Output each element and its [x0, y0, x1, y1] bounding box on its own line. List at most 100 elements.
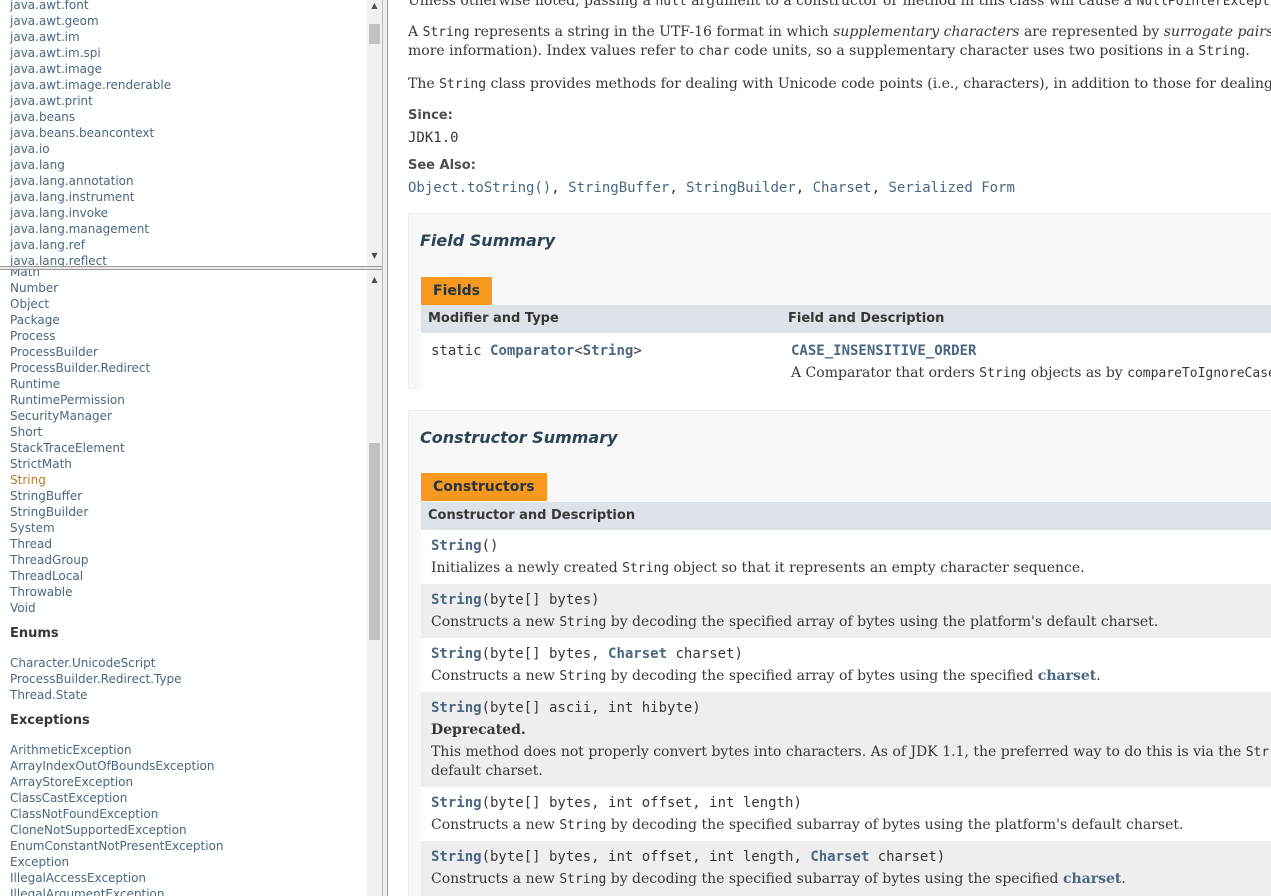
- enum-link[interactable]: ProcessBuilder.Redirect.Type: [10, 671, 224, 687]
- constructor-signature: String(byte[] bytes): [431, 592, 600, 608]
- type-link[interactable]: Comparator: [490, 343, 574, 359]
- class-link[interactable]: StringBuffer: [10, 488, 224, 504]
- class-link-selected[interactable]: String: [10, 472, 224, 488]
- package-link[interactable]: java.awt.image: [10, 61, 171, 77]
- column-header: Modifier and Type: [428, 311, 559, 326]
- package-link[interactable]: java.beans: [10, 109, 171, 125]
- see-also-link[interactable]: Serialized Form: [888, 180, 1014, 196]
- package-link[interactable]: java.io: [10, 141, 171, 157]
- constructor-signature: String(byte[] bytes, int offset, int len…: [431, 795, 802, 811]
- exception-link[interactable]: IllegalArgumentException: [10, 886, 224, 896]
- scroll-thumb[interactable]: [369, 443, 380, 640]
- enum-link[interactable]: Thread.State: [10, 687, 224, 703]
- constructor-link[interactable]: String: [431, 795, 482, 811]
- constructor-summary-title: Constructor Summary: [420, 428, 618, 447]
- class-link[interactable]: ThreadLocal: [10, 568, 224, 584]
- table-row: String(byte[] bytes, int offset, int len…: [421, 787, 1271, 841]
- class-link[interactable]: System: [10, 520, 224, 536]
- type-link[interactable]: String: [583, 343, 634, 359]
- exception-link[interactable]: ClassCastException: [10, 790, 224, 806]
- field-name: CASE_INSENSITIVE_ORDER: [791, 343, 976, 359]
- see-also-link[interactable]: StringBuffer: [568, 180, 669, 196]
- class-link[interactable]: Runtime: [10, 376, 224, 392]
- field-type: static Comparator<String>: [431, 343, 642, 359]
- class-link[interactable]: Void: [10, 600, 224, 616]
- constructor-link[interactable]: String: [431, 849, 482, 865]
- class-link[interactable]: ThreadGroup: [10, 552, 224, 568]
- package-link[interactable]: java.awt.font: [10, 0, 171, 13]
- exception-link[interactable]: ArrayStoreException: [10, 774, 224, 790]
- exception-link[interactable]: ArithmeticException: [10, 742, 224, 758]
- class-link[interactable]: Process: [10, 328, 224, 344]
- package-link[interactable]: java.awt.geom: [10, 13, 171, 29]
- class-link[interactable]: StrictMath: [10, 456, 224, 472]
- class-link[interactable]: Object: [10, 296, 224, 312]
- package-link[interactable]: java.lang: [10, 157, 171, 173]
- field-description: A Comparator that orders String objects …: [791, 365, 1271, 381]
- class-link[interactable]: Math: [10, 270, 224, 280]
- class-link[interactable]: SecurityManager: [10, 408, 224, 424]
- package-link[interactable]: java.awt.image.renderable: [10, 77, 171, 93]
- description-paragraph-1-cont: more information). Index values refer to…: [408, 43, 1250, 59]
- enum-link[interactable]: Character.UnicodeScript: [10, 655, 224, 671]
- type-link[interactable]: Charset: [810, 849, 869, 865]
- class-link[interactable]: StackTraceElement: [10, 440, 224, 456]
- see-also-link[interactable]: Charset: [813, 180, 872, 196]
- package-link[interactable]: java.lang.reflect: [10, 253, 171, 266]
- class-link[interactable]: ProcessBuilder: [10, 344, 224, 360]
- package-link[interactable]: java.lang.management: [10, 221, 171, 237]
- field-summary-title: Field Summary: [420, 231, 556, 250]
- exception-link[interactable]: EnumConstantNotPresentException: [10, 838, 224, 854]
- package-link[interactable]: java.awt.im: [10, 29, 171, 45]
- class-link[interactable]: Number: [10, 280, 224, 296]
- class-link[interactable]: Throwable: [10, 584, 224, 600]
- constructor-link[interactable]: String: [431, 538, 482, 554]
- package-list-scrollbar[interactable]: ▲ ▼: [367, 0, 382, 266]
- charset-link[interactable]: charset: [1063, 871, 1121, 887]
- field-table-header: Modifier and Type Field and Description: [421, 305, 1271, 333]
- class-link[interactable]: Thread: [10, 536, 224, 552]
- field-summary: Field Summary Fields Modifier and Type F…: [408, 213, 1271, 389]
- package-link[interactable]: java.awt.print: [10, 93, 171, 109]
- since-label: Since:: [408, 108, 453, 123]
- scroll-thumb[interactable]: [369, 24, 380, 44]
- class-link[interactable]: Short: [10, 424, 224, 440]
- class-link[interactable]: StringBuilder: [10, 504, 224, 520]
- exception-link[interactable]: IllegalAccessException: [10, 870, 224, 886]
- package-link[interactable]: java.beans.beancontext: [10, 125, 171, 141]
- constructor-link[interactable]: String: [431, 700, 482, 716]
- class-list: Math Number Object Package Process ProcessBui…: [10, 270, 224, 896]
- constructor-link[interactable]: String: [431, 646, 482, 662]
- scroll-up-icon[interactable]: ▲: [367, 0, 382, 12]
- exception-link[interactable]: ArrayIndexOutOfBoundsException: [10, 758, 224, 774]
- charset-link[interactable]: charset: [1038, 668, 1096, 684]
- scroll-down-icon[interactable]: ▼: [367, 250, 382, 262]
- exception-link[interactable]: Exception: [10, 854, 224, 870]
- table-row: String(byte[] bytes, Charset charset) Co…: [421, 638, 1271, 692]
- package-link[interactable]: java.lang.invoke: [10, 205, 171, 221]
- class-list-scrollbar[interactable]: ▲: [367, 270, 382, 896]
- class-link[interactable]: ProcessBuilder.Redirect: [10, 360, 224, 376]
- package-link[interactable]: java.awt.im.spi: [10, 45, 171, 61]
- see-also-links: Object.toString(), StringBuffer, StringB…: [408, 180, 1015, 196]
- class-link[interactable]: RuntimePermission: [10, 392, 224, 408]
- see-also-label: See Also:: [408, 158, 476, 173]
- class-link[interactable]: Package: [10, 312, 224, 328]
- exception-link[interactable]: ClassNotFoundException: [10, 806, 224, 822]
- exception-link[interactable]: CloneNotSupportedException: [10, 822, 224, 838]
- package-link[interactable]: java.lang.annotation: [10, 173, 171, 189]
- package-list: java.awt.font java.awt.geom java.awt.im jav…: [10, 0, 171, 266]
- deprecated-label: Deprecated.: [431, 722, 526, 738]
- scroll-up-icon[interactable]: ▲: [367, 274, 382, 286]
- see-also-link[interactable]: Object.toString(): [408, 180, 551, 196]
- type-link[interactable]: Charset: [608, 646, 667, 662]
- see-also-link[interactable]: StringBuilder: [686, 180, 796, 196]
- package-link[interactable]: java.lang.instrument: [10, 189, 171, 205]
- constructor-link[interactable]: String: [431, 592, 482, 608]
- table-row: String(byte[] bytes, int offset, int len…: [421, 841, 1271, 896]
- constructors-tab: Constructors: [421, 473, 547, 501]
- constructor-description: Initializes a newly created String objec…: [431, 560, 1085, 576]
- field-link[interactable]: CASE_INSENSITIVE_ORDER: [791, 343, 976, 359]
- package-link[interactable]: java.lang.ref: [10, 237, 171, 253]
- table-row: static Comparator<String> CASE_INSENSITI…: [421, 333, 1271, 389]
